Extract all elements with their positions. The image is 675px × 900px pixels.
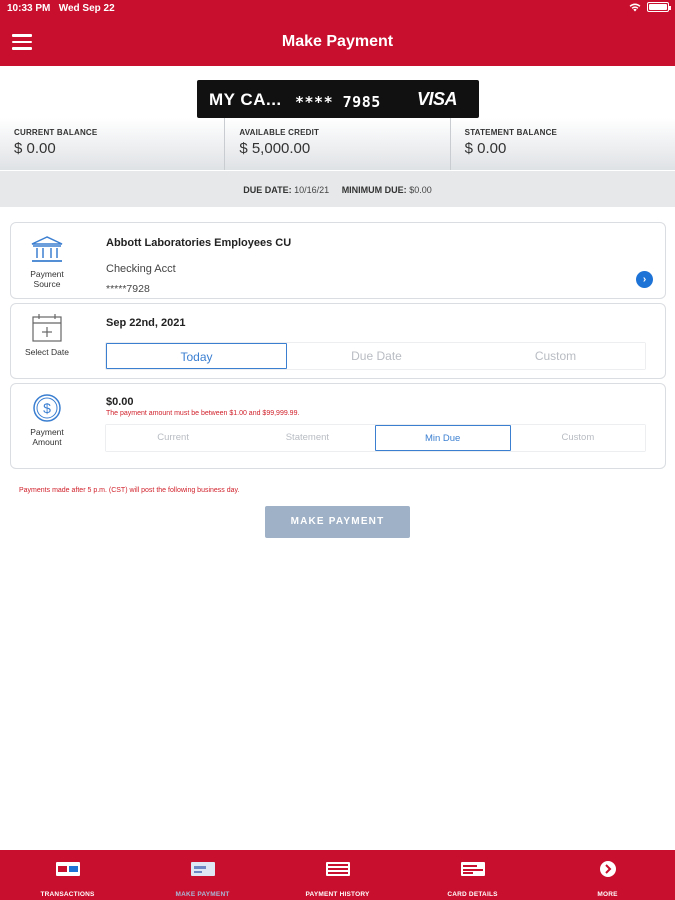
tab-transactions-label: TRANSACTIONS <box>40 891 95 898</box>
amount-option-statement[interactable]: Statement <box>240 425 375 451</box>
payment-source-icon-block: Payment Source <box>21 235 73 289</box>
source-bank-name: Abbott Laboratories Employees CU <box>106 237 292 249</box>
transactions-icon <box>55 862 80 876</box>
svg-text:$: $ <box>43 400 51 416</box>
cutoff-notice: Payments made after 5 p.m. (CST) will po… <box>19 487 240 494</box>
select-date-panel: Select Date Sep 22nd, 2021 Today Due Dat… <box>10 303 666 379</box>
payment-amount-icon-block: $ Payment Amount <box>21 393 73 447</box>
calendar-icon <box>32 314 62 342</box>
tab-payment-history-label: PAYMENT HISTORY <box>305 891 370 898</box>
balance-summary: CURRENT BALANCE $ 0.00 AVAILABLE CREDIT … <box>0 118 675 170</box>
date-option-due-date[interactable]: Due Date <box>287 343 466 369</box>
due-info-bar: DUE DATE: 10/16/21 MINIMUM DUE: $0.00 <box>0 171 675 207</box>
card-number: **** 7985 <box>295 93 381 111</box>
card-name: MY CA... <box>209 90 282 109</box>
payment-amount-error: The payment amount must be between $1.00… <box>106 410 300 417</box>
status-time: 10:33 PM <box>7 3 51 14</box>
dollar-coin-icon: $ <box>33 394 61 422</box>
statement-balance-label: STATEMENT BALANCE <box>464 128 558 137</box>
tab-payment-history[interactable]: PAYMENT HISTORY <box>270 850 405 900</box>
battery-icon <box>647 2 671 12</box>
bottom-tab-bar: TRANSACTIONS MAKE PAYMENT PAYMENT HISTOR… <box>0 850 675 900</box>
tab-more-label: MORE <box>597 891 618 898</box>
date-option-custom[interactable]: Custom <box>466 343 645 369</box>
source-account-number: *****7928 <box>106 283 150 295</box>
select-date-label: Select Date <box>25 347 69 357</box>
date-option-segmented-control: Today Due Date Custom <box>105 342 646 370</box>
source-account-type: Checking Acct <box>106 263 176 275</box>
date-option-today[interactable]: Today <box>106 343 287 369</box>
current-balance-label: CURRENT BALANCE <box>14 128 98 137</box>
select-date-icon-block: Select Date <box>21 313 73 357</box>
payment-amount-panel: $ Payment Amount $0.00 The payment amoun… <box>10 383 666 469</box>
amount-option-custom[interactable]: Custom <box>510 425 645 451</box>
current-balance-value: $ 0.00 <box>14 140 56 157</box>
payment-history-icon <box>325 862 350 876</box>
amount-option-segmented-control: Current Statement Min Due Custom <box>105 424 646 452</box>
make-payment-button[interactable]: MAKE PAYMENT <box>265 506 410 538</box>
chevron-right-icon[interactable]: › <box>636 271 653 288</box>
tab-make-payment-label: MAKE PAYMENT <box>175 891 230 898</box>
payment-source-panel[interactable]: Payment Source Abbott Laboratories Emplo… <box>10 222 666 299</box>
due-date-value: 10/16/21 <box>294 185 330 195</box>
available-credit-label: AVAILABLE CREDIT <box>239 128 320 137</box>
make-payment-icon <box>190 862 215 876</box>
tab-card-details[interactable]: CARD DETAILS <box>405 850 540 900</box>
amount-option-current[interactable]: Current <box>106 425 241 451</box>
minimum-due-value: $0.00 <box>409 185 432 195</box>
wifi-icon <box>629 3 641 12</box>
statement-balance-value: $ 0.00 <box>464 140 507 157</box>
tab-card-details-label: CARD DETAILS <box>447 891 498 898</box>
app-header: 10:33 PM Wed Sep 22 Make Payment <box>0 0 675 66</box>
status-indicators <box>629 2 671 12</box>
selected-date-value: Sep 22nd, 2021 <box>106 317 186 329</box>
status-date: Wed Sep 22 <box>58 3 115 14</box>
payment-amount-label: Payment Amount <box>30 427 64 447</box>
tab-more[interactable]: MORE <box>540 850 675 900</box>
bank-icon <box>31 236 63 262</box>
available-credit: AVAILABLE CREDIT $ 5,000.00 <box>225 118 451 170</box>
status-bar-time: 10:33 PM Wed Sep 22 <box>7 3 115 14</box>
available-credit-value: $ 5,000.00 <box>239 140 311 157</box>
card-selector[interactable]: MY CA... **** 7985 VISA <box>197 80 479 118</box>
page-title: Make Payment <box>281 33 394 50</box>
tab-transactions[interactable]: TRANSACTIONS <box>0 850 135 900</box>
statement-balance: STATEMENT BALANCE $ 0.00 <box>451 118 675 170</box>
amount-option-min-due[interactable]: Min Due <box>374 425 511 451</box>
tab-make-payment[interactable]: MAKE PAYMENT <box>135 850 270 900</box>
minimum-due-label: MINIMUM DUE: <box>341 185 407 195</box>
due-date-label: DUE DATE: <box>243 185 292 195</box>
card-details-icon <box>460 862 485 876</box>
visa-logo: VISA <box>416 89 458 109</box>
payment-amount-value: $0.00 <box>106 396 134 408</box>
more-icon <box>599 861 616 877</box>
make-payment-screen: 10:33 PM Wed Sep 22 Make Payment MY CA..… <box>0 0 675 900</box>
payment-source-label: Payment Source <box>30 269 64 289</box>
current-balance: CURRENT BALANCE $ 0.00 <box>0 118 226 170</box>
